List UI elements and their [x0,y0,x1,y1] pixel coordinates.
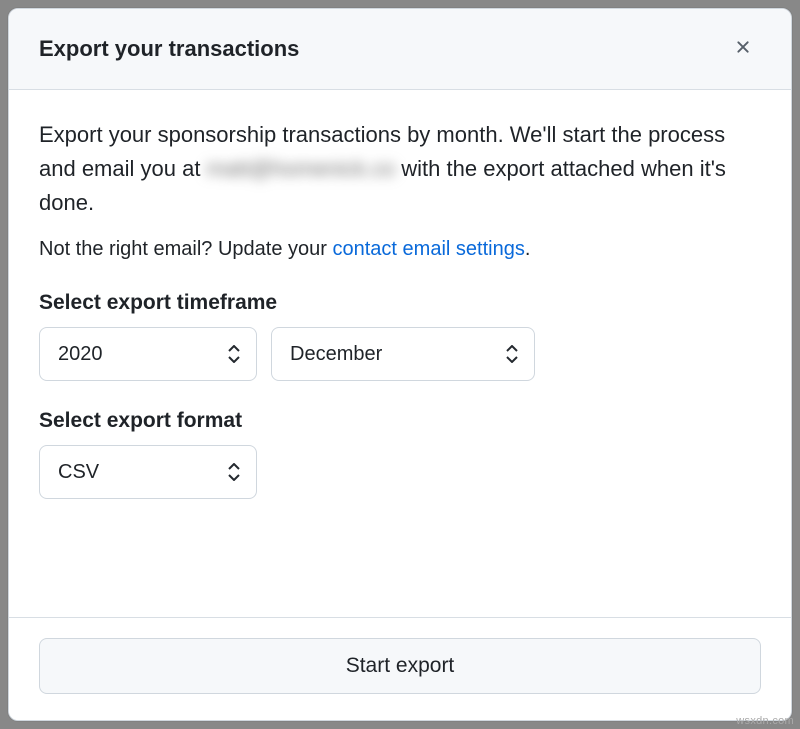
format-label: Select export format [39,409,761,433]
timeframe-selects: 2020 December [39,327,761,381]
email-hint: Not the right email? Update your contact… [39,238,761,261]
month-select[interactable]: December [271,327,535,381]
format-value: CSV [58,461,99,484]
redacted-email: matt@homenick.co [207,152,396,186]
dialog-body: Export your sponsorship transactions by … [9,90,791,617]
close-icon [733,37,753,62]
month-value: December [290,343,382,366]
year-value: 2020 [58,343,103,366]
format-select[interactable]: CSV [39,445,257,499]
format-selects: CSV [39,445,761,499]
select-caret-icon [228,345,240,363]
select-caret-icon [506,345,518,363]
email-hint-prefix: Not the right email? Update your [39,238,333,260]
export-transactions-dialog: Export your transactions Export your spo… [8,8,792,721]
timeframe-label: Select export timeframe [39,291,761,315]
dialog-title: Export your transactions [39,36,299,62]
email-hint-suffix: . [525,238,531,260]
start-export-button[interactable]: Start export [39,638,761,694]
watermark: wsxdn.com [736,715,794,727]
close-button[interactable] [725,31,761,67]
year-select[interactable]: 2020 [39,327,257,381]
dialog-header: Export your transactions [9,9,791,90]
export-description: Export your sponsorship transactions by … [39,118,761,220]
select-caret-icon [228,463,240,481]
contact-email-settings-link[interactable]: contact email settings [333,238,525,260]
dialog-footer: Start export [9,617,791,720]
